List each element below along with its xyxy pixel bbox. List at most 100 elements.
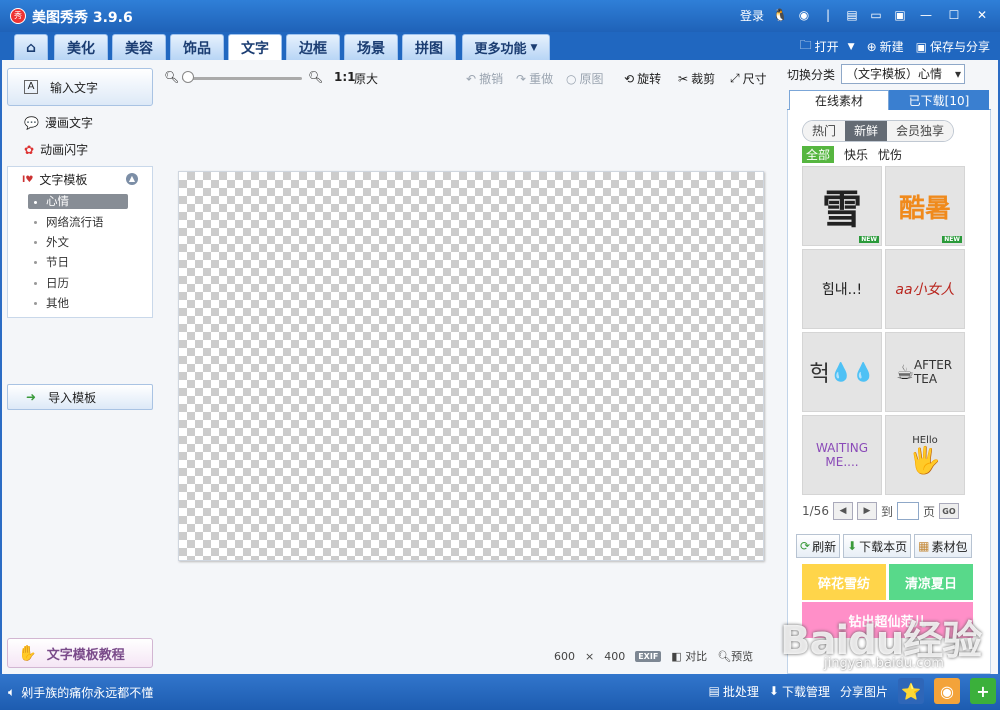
add-icon[interactable]: + xyxy=(970,678,996,704)
sparkle-icon: ✿ xyxy=(24,142,35,157)
zoom-out-icon[interactable]: 🔍︎ xyxy=(164,70,179,84)
compare-button[interactable]: ◧ 对比 xyxy=(671,648,707,664)
left-panel: A 输入文字 💬 漫画文字 ✿ 动画闪字 I♥ 文字模板 ▲ 心情 网络流行语 … xyxy=(2,60,160,674)
banner-summer[interactable]: 清凉夏日 xyxy=(889,564,973,600)
sticker-item[interactable]: 雪 NEW xyxy=(802,166,882,246)
share-image-button[interactable]: 分享图片 xyxy=(840,683,888,700)
save-share-button[interactable]: ▣ 保存与分享 xyxy=(916,38,990,55)
filter-vip[interactable]: 会员独享 xyxy=(887,121,954,141)
category-all[interactable]: 全部 xyxy=(802,146,835,163)
template-item-foreign[interactable]: 外文 xyxy=(46,234,69,250)
original-size-button[interactable]: 原大 xyxy=(354,70,378,87)
redo-label: 重做 xyxy=(529,72,554,86)
weibo-icon[interactable]: ◉ xyxy=(796,7,812,23)
category-sad[interactable]: 忧伤 xyxy=(878,146,902,163)
maximize-button[interactable]: ☐ xyxy=(944,6,964,24)
weibo-share-icon[interactable]: ◉ xyxy=(934,678,960,704)
speech-bubble-icon: 💬 xyxy=(24,115,39,130)
tab-collage[interactable]: 拼图 xyxy=(402,34,456,60)
tab-text[interactable]: 文字 xyxy=(228,34,282,60)
sticker-item[interactable]: WAITING ME.... xyxy=(802,415,882,495)
batch-button[interactable]: ▤ 批处理 xyxy=(709,683,759,700)
home-tab[interactable]: ⌂ xyxy=(14,34,48,60)
category-happy[interactable]: 快乐 xyxy=(844,146,868,163)
import-template-button[interactable]: ➜ 导入模板 xyxy=(7,384,153,410)
zoom-slider[interactable] xyxy=(182,77,302,80)
material-pack-button[interactable]: ▦ 素材包 xyxy=(914,534,972,558)
sticker-item[interactable]: 힘내..! xyxy=(802,249,882,329)
tab-scene[interactable]: 场景 xyxy=(344,34,398,60)
template-header[interactable]: I♥ 文字模板 xyxy=(22,171,87,188)
template-item-internet[interactable]: 网络流行语 xyxy=(46,214,104,230)
original-button[interactable]: ○ 原图 xyxy=(566,70,604,87)
page-input[interactable] xyxy=(896,502,919,520)
tab-downloaded[interactable]: 已下载[10] xyxy=(889,90,989,110)
tab-online-materials[interactable]: 在线素材 xyxy=(789,90,889,110)
download-manager-button[interactable]: ⬇ 下载管理 xyxy=(769,683,830,700)
transparent-canvas[interactable] xyxy=(178,171,764,561)
template-item-holiday[interactable]: 节日 xyxy=(46,254,69,270)
zoom-slider-handle[interactable] xyxy=(182,71,194,83)
original-label: 原图 xyxy=(579,72,604,86)
filter-hot[interactable]: 热门 xyxy=(803,121,846,141)
sticker-item[interactable]: 헉 💧💧 xyxy=(802,332,882,412)
minimize-button[interactable]: — xyxy=(916,6,936,24)
tab-more-label: 更多功能 xyxy=(474,42,527,57)
import-icon: ➜ xyxy=(26,390,37,404)
exif-button[interactable]: EXIF xyxy=(635,650,662,662)
zoom-in-icon[interactable]: 🔍︎ xyxy=(308,70,323,84)
filter-fresh[interactable]: 新鲜 xyxy=(845,121,888,141)
comic-text-item[interactable]: 💬 漫画文字 xyxy=(24,114,93,131)
refresh-button[interactable]: ⟳ 刷新 xyxy=(796,534,841,558)
crop-button[interactable]: ✂ 裁剪 xyxy=(678,70,715,87)
size-button[interactable]: ⤢ 尺寸 xyxy=(730,70,767,87)
tab-accessories[interactable]: 饰品 xyxy=(170,34,224,60)
close-button[interactable]: ✕ xyxy=(972,6,992,24)
waving-hand-icon: 🖐 xyxy=(908,445,942,476)
settings-icon[interactable]: ▣ xyxy=(892,7,908,23)
banner-floral[interactable]: 碎花雪纺 xyxy=(802,564,886,600)
canvas-info-bar: 600 × 400 EXIF ◧ 对比 🔍︎预览 xyxy=(554,648,753,664)
template-item-other[interactable]: 其他 xyxy=(46,295,69,311)
import-template-label: 导入模板 xyxy=(48,390,97,405)
star-icon[interactable]: ⭐ xyxy=(898,678,924,704)
anim-text-item[interactable]: ✿ 动画闪字 xyxy=(24,141,88,158)
next-page-button[interactable]: ▶ xyxy=(856,502,877,520)
open-button[interactable]: 🗀 打开 ▼ xyxy=(800,36,855,57)
tab-beauty[interactable]: 美容 xyxy=(112,34,166,60)
open-label: 打开 xyxy=(814,40,839,54)
category-select[interactable]: （文字模板）心情 xyxy=(841,64,966,84)
redo-button[interactable]: ↷ 重做 xyxy=(516,70,553,87)
sticker-item[interactable]: ☕ AFTER TEA xyxy=(885,332,965,412)
status-message[interactable]: 剁手族的痛你永远都不懂 xyxy=(21,684,153,701)
tab-frame[interactable]: 边框 xyxy=(286,34,340,60)
tab-more[interactable]: 更多功能 ▼ xyxy=(462,34,550,60)
batch-icon: ▤ xyxy=(708,684,720,698)
preview-button[interactable]: 🔍︎预览 xyxy=(717,648,753,664)
template-item-mood[interactable]: 心情 xyxy=(28,194,128,209)
sticker-item[interactable]: HEllo 🖐 xyxy=(885,415,965,495)
download-page-button[interactable]: ⬇ 下载本页 xyxy=(843,534,912,558)
sticker-item[interactable]: 酷暑 NEW xyxy=(885,166,965,246)
input-text-button[interactable]: A 输入文字 xyxy=(7,68,153,106)
tutorial-button[interactable]: ✋ 文字模板教程 xyxy=(7,638,153,668)
login-link[interactable]: 登录 xyxy=(740,7,764,24)
sticker-text: HEllo xyxy=(912,434,938,446)
prev-page-button[interactable]: ◀ xyxy=(832,502,853,520)
chevron-down-icon: ▼ xyxy=(847,41,855,52)
undo-button[interactable]: ↶ 撤销 xyxy=(466,70,503,87)
download-icon: ⬇ xyxy=(768,684,779,698)
collapse-icon[interactable]: ▲ xyxy=(126,173,138,185)
template-item-calendar[interactable]: 日历 xyxy=(46,275,69,291)
feedback-icon[interactable]: ▭ xyxy=(868,7,884,23)
circle-icon: ○ xyxy=(566,71,577,86)
skin-icon[interactable]: ▤ xyxy=(844,7,860,23)
tab-beautify[interactable]: 美化 xyxy=(54,34,108,60)
ratio-button[interactable]: 1:1 xyxy=(334,70,356,84)
go-button[interactable]: GO xyxy=(938,503,959,519)
new-button[interactable]: ⊕ 新建 xyxy=(867,38,904,55)
sticker-text: 酷暑 xyxy=(898,193,951,224)
sticker-item[interactable]: aa小女人 xyxy=(885,249,965,329)
qq-icon[interactable]: 🐧 xyxy=(772,7,788,23)
rotate-button[interactable]: ⟲ 旋转 xyxy=(624,70,661,87)
